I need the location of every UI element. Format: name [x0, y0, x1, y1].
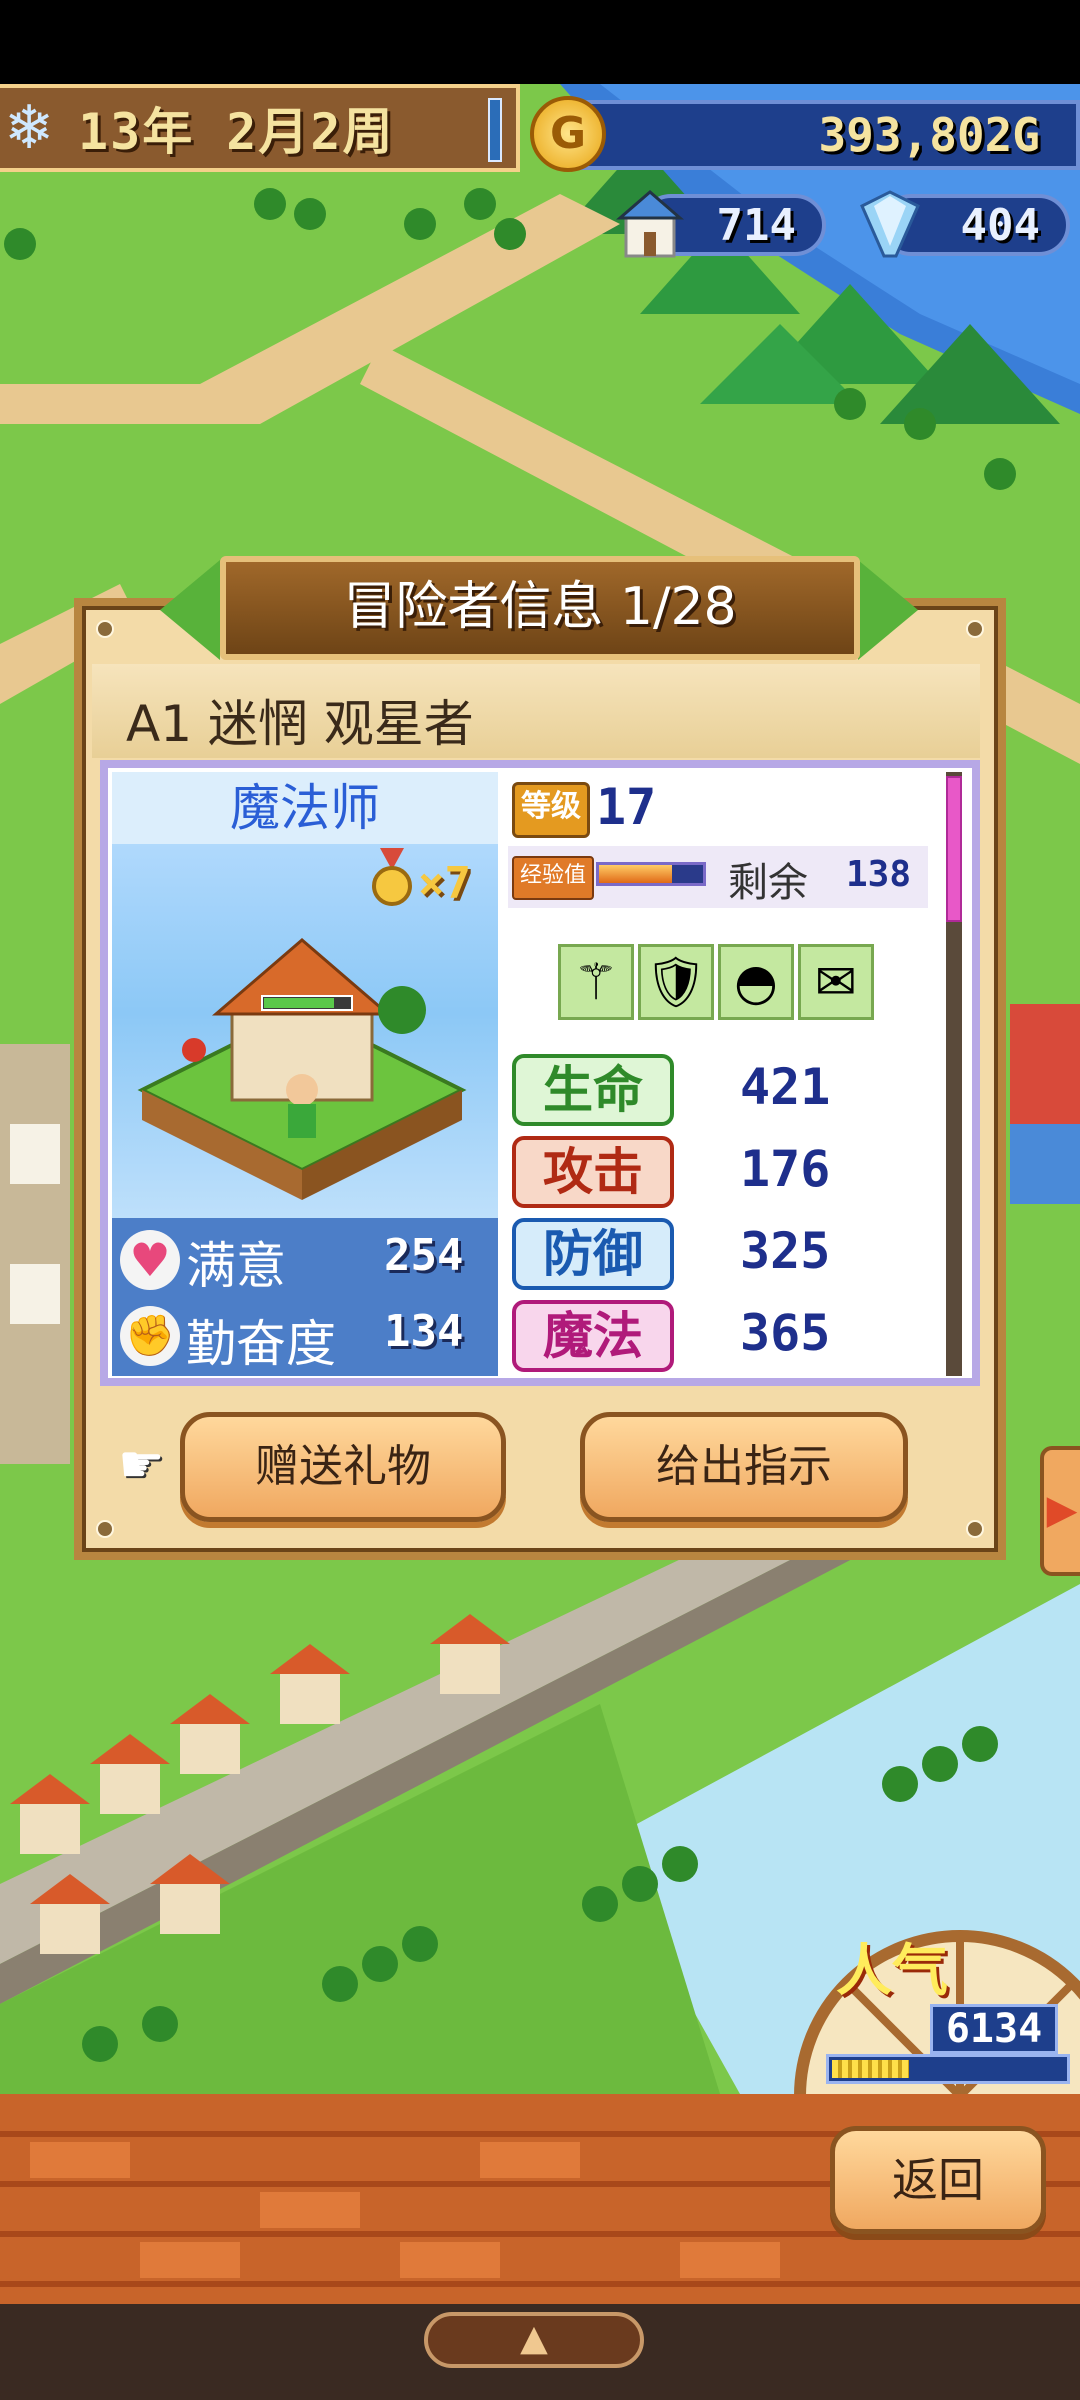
charm-icon[interactable]: ✉ [798, 944, 874, 1020]
date-text: 13年 2月2周 [78, 103, 395, 161]
diligence-value: 134 [384, 1306, 464, 1357]
popularity-value: 6134 [930, 2004, 1058, 2054]
stat-attack-label: 攻击 [512, 1136, 674, 1208]
side-expand-tab[interactable]: ▶ [1040, 1446, 1080, 1576]
stat-magic-value: 365 [740, 1304, 831, 1362]
next-adventurer-arrow-icon[interactable] [858, 560, 918, 660]
adventurer-name: A1 迷惘 观星者 [126, 695, 474, 753]
popularity-label: 人气 [836, 1939, 948, 2004]
stat-hp-value: 421 [740, 1058, 831, 1116]
fist-icon: ✊ [120, 1306, 180, 1366]
gold-value: 393,802G [818, 108, 1040, 162]
panel-title: 冒险者信息 1/28 [220, 556, 860, 660]
experience-label: 经验值 [512, 856, 594, 900]
give-instruction-button[interactable]: 给出指示 [580, 1412, 908, 1522]
population-counter: 714 [615, 190, 826, 258]
diligence-label: 勤奋度 [186, 1315, 336, 1373]
crystal-value: 404 [960, 200, 1040, 251]
experience-bar-fill [599, 865, 672, 883]
stat-magic-label: 魔法 [512, 1300, 674, 1372]
medal-icon [370, 848, 414, 908]
stat-defense-value: 325 [740, 1222, 831, 1280]
popularity-bar-fill [832, 2060, 909, 2078]
staff-icon[interactable]: ⚚ [558, 944, 634, 1020]
crystal-counter: 404 [860, 190, 1070, 258]
heart-icon: ♥ [120, 1230, 180, 1290]
level-label: 等级 [512, 782, 590, 838]
previous-adventurer-arrow-icon[interactable] [160, 560, 220, 660]
hat-icon[interactable]: ◓ [718, 944, 794, 1020]
population-value: 714 [716, 200, 796, 251]
satisfaction-label: 满意 [186, 1237, 286, 1295]
expand-menu-button[interactable]: ▲ [424, 2312, 644, 2368]
give-gift-button[interactable]: 赠送礼物 [180, 1412, 506, 1522]
job-title: 魔法师 [112, 772, 498, 844]
experience-remaining-label: 剩余 [728, 860, 808, 906]
adventurer-home-illustration [137, 938, 467, 1200]
gold-coin-icon: G [530, 96, 606, 172]
snowflake-icon: ❄ [3, 93, 55, 163]
back-button[interactable]: 返回 [830, 2126, 1046, 2234]
medal-count: ×7 [418, 858, 471, 909]
satisfaction-value: 254 [384, 1230, 464, 1281]
date-display: ❄ 13年 2月2周 [0, 84, 520, 172]
crystal-icon [860, 190, 920, 258]
scrollbar-thumb[interactable] [946, 776, 962, 922]
gold-counter: 393,802G [540, 100, 1080, 170]
level-value: 17 [596, 778, 657, 836]
time-progress-bar [488, 98, 502, 162]
stat-hp-label: 生命 [512, 1054, 674, 1126]
pointer-hand-icon: ☛ [118, 1435, 165, 1495]
stat-attack-value: 176 [740, 1140, 831, 1198]
experience-remaining-value: 138 [846, 854, 912, 895]
stat-defense-label: 防御 [512, 1218, 674, 1290]
armor-icon[interactable]: 🛡 [638, 944, 714, 1020]
house-icon [615, 190, 685, 258]
